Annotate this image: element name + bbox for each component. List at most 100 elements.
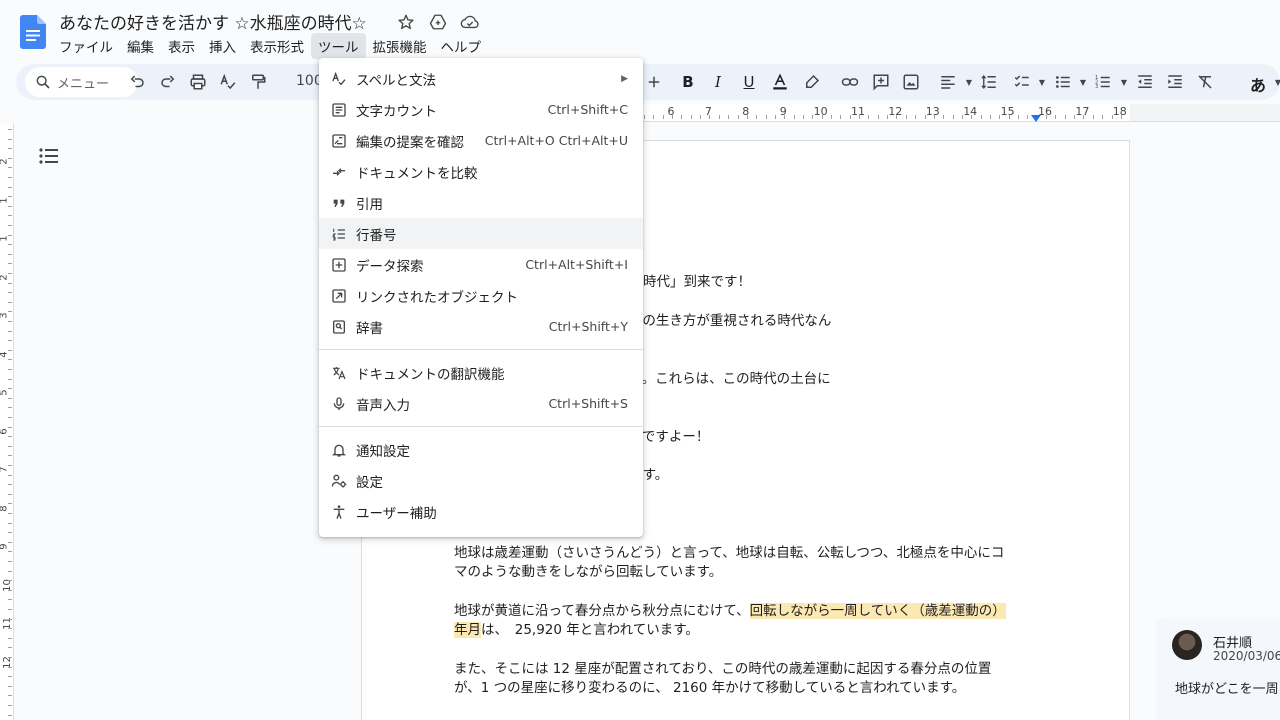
vruler-tick [8, 474, 12, 476]
vruler-tick [8, 637, 12, 639]
ruler-tick [868, 115, 870, 119]
tools-menu-item[interactable]: データ探索 Ctrl+Alt+Shift+I [319, 249, 643, 280]
menu-view[interactable]: 表示 [161, 33, 202, 59]
ruler-tick [840, 115, 842, 119]
undo-icon[interactable] [125, 70, 149, 94]
document-text-line[interactable]: 地球が黄道に沿って春分点から秋分点にむけて、回転しながら一周していく（歳差運動の… [454, 599, 1006, 619]
menu-item-shortcut: Ctrl+Alt+O Ctrl+Alt+U [484, 133, 628, 148]
document-text-line[interactable]: が、1 つの星座に移り変わるのに、 2160 年かけて移動していると言われていま… [454, 676, 965, 696]
increase-indent-icon[interactable] [1163, 70, 1187, 94]
tools-menu-item[interactable]: 通知設定 [319, 434, 643, 465]
menu-item-label: 通知設定 [356, 443, 410, 460]
tools-menu-item[interactable]: ドキュメントの翻訳機能 [319, 357, 643, 388]
microphone-icon [330, 395, 348, 413]
tools-menu-item[interactable]: 行番号 [319, 218, 643, 249]
input-tools-chevron-down-icon[interactable]: ▼ [1266, 70, 1280, 94]
italic-icon[interactable]: I [706, 70, 730, 94]
vruler-tick [8, 244, 12, 246]
ruler-tick [1074, 115, 1076, 119]
vruler-tick [8, 628, 12, 630]
vruler-tick [8, 676, 12, 678]
vruler-tick [8, 541, 12, 543]
menu-item-label: リンクされたオブジェクト [356, 289, 518, 306]
increase-font-size-icon[interactable] [642, 70, 666, 94]
ruler-tick [718, 115, 720, 119]
tools-menu-item[interactable]: ドキュメントを比較 [319, 156, 643, 187]
tools-menu-item[interactable]: 文字カウント Ctrl+Shift+C [319, 94, 643, 125]
paint-format-icon[interactable] [246, 70, 270, 94]
tools-menu-item[interactable]: 音声入力 Ctrl+Shift+S [319, 388, 643, 419]
vruler-tick [8, 177, 12, 178]
menu-item-label: 引用 [356, 196, 383, 213]
ruler-tick [1083, 115, 1085, 119]
submenu-arrow-icon: ▶ [621, 73, 628, 84]
ruler-tick [831, 115, 832, 119]
right-indent-marker[interactable] [1031, 115, 1041, 122]
document-text-line[interactable]: 地球は歳差運動（さいさうんどう）と言って、地球は自転、公転しつつ、北極点を中心に… [454, 541, 1004, 561]
menu-tools[interactable]: ツール [311, 33, 366, 59]
underline-icon[interactable]: U [737, 70, 761, 94]
ruler-tick [709, 115, 711, 119]
vruler-tick [8, 455, 12, 457]
menu-help[interactable]: ヘルプ [434, 33, 489, 59]
tools-menu-item[interactable]: スペルと文法 ▶ [319, 63, 643, 94]
print-icon[interactable] [186, 70, 210, 94]
redo-icon[interactable] [156, 70, 180, 94]
tools-menu-item[interactable]: 辞書 Ctrl+Shift+Y [319, 311, 643, 342]
decrease-indent-icon[interactable] [1133, 70, 1157, 94]
highlight-color-icon[interactable] [800, 70, 824, 94]
vruler-tick [8, 273, 12, 274]
tools-menu-item[interactable]: 引用 [319, 187, 643, 218]
search-menus-placeholder: メニュー [57, 76, 110, 92]
horizontal-ruler-margin [1130, 104, 1280, 122]
bold-icon[interactable]: B [676, 70, 700, 94]
menu-format[interactable]: 表示形式 [243, 33, 311, 59]
ruler-number: 17 [1075, 105, 1090, 118]
text-segment: マのような動きをしながら回転しています。 [454, 564, 723, 580]
text-color-icon[interactable] [768, 70, 792, 94]
star-icon[interactable] [396, 12, 416, 32]
tools-menu-item[interactable]: ユーザー補助 [319, 496, 643, 527]
clear-formatting-icon[interactable] [1193, 70, 1217, 94]
add-comment-icon[interactable] [869, 70, 893, 94]
vruler-tick [8, 532, 12, 534]
comment-card[interactable]: 石井順 2020/03/06 地球がどこを一周 [1156, 617, 1280, 720]
input-tools-button[interactable]: あ [1250, 72, 1266, 96]
document-outline-icon[interactable] [38, 146, 60, 166]
move-to-drive-icon[interactable] [428, 12, 448, 32]
ruler-tick [952, 115, 954, 119]
menu-file[interactable]: ファイル [52, 33, 120, 59]
document-text-line[interactable]: 年月は、 25,920 年と言われています。 [454, 618, 699, 638]
ruler-tick [662, 115, 664, 119]
tools-menu-item[interactable]: 編集の提案を確認 Ctrl+Alt+O Ctrl+Alt+U [319, 125, 643, 156]
vruler-tick [8, 157, 12, 159]
vruler-tick [8, 666, 12, 668]
menubar: ファイル 編集 表示 挿入 表示形式 ツール 拡張機能 ヘルプ [52, 33, 488, 59]
vertical-ruler[interactable]: 21123456789101112 [0, 124, 14, 720]
tools-menu-item[interactable]: リンクされたオブジェクト [319, 280, 643, 311]
menu-item-shortcut: Ctrl+Shift+Y [548, 319, 628, 334]
cloud-saved-icon[interactable] [460, 12, 480, 32]
document-text-line[interactable]: マのような動きをしながら回転しています。 [454, 560, 722, 580]
search-menus-input[interactable]: メニュー [25, 67, 138, 97]
horizontal-ruler[interactable]: 6 7 8 9 10 11 12 13 14 15 16 17 18 [640, 104, 1130, 122]
tools-menu-item[interactable]: 設定 [319, 465, 643, 496]
insert-link-icon[interactable] [838, 70, 862, 94]
menu-insert[interactable]: 挿入 [202, 33, 243, 59]
vruler-tick [8, 580, 12, 582]
vruler-tick [8, 657, 12, 658]
spellcheck-icon[interactable] [216, 70, 240, 94]
vruler-number: 1 [0, 197, 10, 203]
vruler-tick [8, 599, 12, 601]
menu-extensions[interactable]: 拡張機能 [366, 33, 434, 59]
document-text-line[interactable]: また、そこには 12 星座が配置されており、この時代の歳差運動に起因する春分点の… [454, 657, 991, 677]
insert-image-icon[interactable] [899, 70, 923, 94]
line-spacing-icon[interactable] [977, 70, 1001, 94]
document-title[interactable]: あなたの好きを活かす ☆水瓶座の時代☆ [59, 9, 367, 34]
vruler-number: 8 [0, 505, 10, 511]
vruler-tick [8, 263, 12, 265]
menu-edit[interactable]: 編集 [120, 33, 161, 59]
vruler-tick [8, 215, 12, 217]
ruler-number: 15 [1000, 105, 1015, 118]
google-docs-logo-icon[interactable] [20, 15, 46, 49]
